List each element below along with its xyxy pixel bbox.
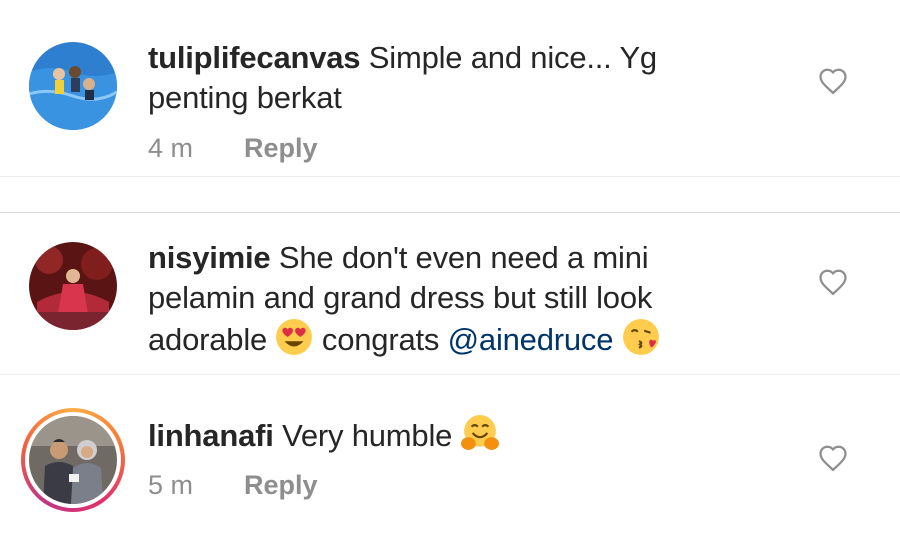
heart-outline-icon[interactable] [818,67,848,95]
username[interactable]: nisyimie [148,240,271,275]
divider [0,176,900,177]
comment-text: linhanafi Very humble [148,414,748,456]
comment-body-congrats: congrats [321,322,440,357]
avatar [29,416,117,504]
username[interactable]: tuliplifecanvas [148,40,361,75]
heart-outline-icon[interactable] [818,268,848,296]
timestamp: 5 m [148,470,194,500]
divider [0,374,900,375]
comment-text: tuliplifecanvas Simple and nice... Yg pe… [148,38,748,118]
comment-tuliplifecanvas: tuliplifecanvas Simple and nice... Yg pe… [0,0,900,178]
comment-body-line2: penting berkat [148,80,342,115]
comment-body-line1: Simple and nice... Yg [368,40,657,75]
heart-outline-icon[interactable] [818,444,848,472]
story-ring[interactable] [21,408,125,512]
username[interactable]: linhanafi [148,418,274,453]
comment-body-line3: adorable [148,322,268,357]
comment-body-line2: pelamin and grand dress but still look [148,280,653,315]
comment-meta: 4 m Reply [148,133,318,164]
hugging-face-emoji [460,414,499,452]
comment-body: Very humble [282,418,453,453]
comment-meta: 5 m Reply [148,470,318,501]
mention-link[interactable]: @ainedruce [448,322,614,357]
kissing-face-emoji [622,318,660,356]
comment-nisyimie: nisyimie She don't even need a mini pela… [0,214,900,374]
reply-button[interactable]: Reply [244,133,318,163]
reply-button[interactable]: Reply [244,470,318,500]
comment-text: nisyimie She don't even need a mini pela… [148,238,748,360]
avatar[interactable] [29,242,117,330]
timestamp: 4 m [148,133,194,163]
divider [0,212,900,213]
comment-body-line1: She don't even need a mini [278,240,649,275]
heart-eyes-emoji [275,318,313,356]
avatar[interactable] [29,42,117,130]
comment-linhanafi: linhanafi Very humble 5 m Reply [0,376,900,560]
